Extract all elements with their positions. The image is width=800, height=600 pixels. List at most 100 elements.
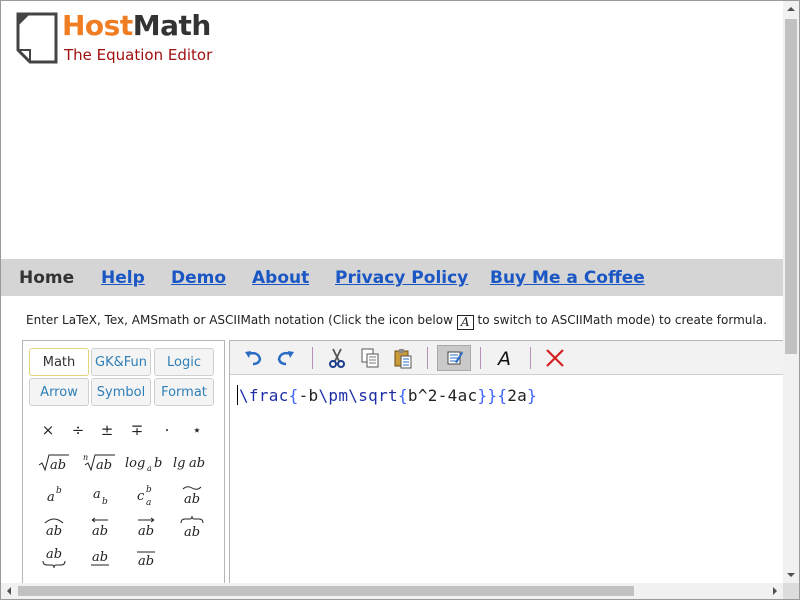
log-base-symbol-icon[interactable]: log a b: [123, 447, 169, 477]
svg-text:a: a: [93, 487, 101, 502]
scroll-right-arrow-icon[interactable]: [772, 587, 778, 595]
code-token: b^2-4ac: [407, 386, 478, 405]
svg-text:n: n: [83, 453, 88, 462]
subscript-symbol-icon[interactable]: ab: [77, 479, 123, 509]
text-cursor: [237, 385, 238, 405]
scrollbar-corner: [783, 583, 799, 599]
nav-home[interactable]: Home: [19, 268, 74, 288]
nth-root-symbol-icon[interactable]: n ab: [77, 447, 123, 477]
brand-title: HostMath: [62, 9, 211, 42]
symbol-panel: Math GK&Fun Logic Arrow Symbol Format × …: [22, 340, 225, 590]
latex-input[interactable]: \frac{-b\pm\sqrt{b^2-4ac}}{2a}: [237, 385, 537, 405]
asciimath-toggle-icon: A: [456, 315, 474, 330]
horizontal-scroll-thumb[interactable]: [18, 586, 634, 596]
editor-toolbar: A: [230, 341, 788, 375]
instructions-before: Enter LaTeX, Tex, AMSmath or ASCIIMath n…: [26, 313, 457, 327]
tab-logic[interactable]: Logic: [154, 348, 214, 376]
instructions-after: to switch to ASCIIMath mode) to create f…: [473, 313, 767, 327]
code-token: \pm: [318, 386, 349, 405]
toolbar-separator: [530, 347, 531, 369]
tab-symbol[interactable]: Symbol: [91, 378, 151, 406]
cut-icon[interactable]: [324, 345, 350, 371]
asciimath-font-icon[interactable]: A: [492, 345, 518, 371]
svg-text:a: a: [146, 498, 151, 508]
main-nav: Home Help Demo About Privacy Policy Buy …: [1, 259, 783, 296]
code-token: }: [477, 386, 488, 405]
svg-text:ab: ab: [189, 456, 205, 471]
svg-text:ab: ab: [138, 524, 154, 539]
redo-icon[interactable]: [273, 345, 299, 371]
code-token: {: [397, 386, 408, 405]
nav-demo[interactable]: Demo: [171, 268, 226, 288]
code-token: \frac: [239, 386, 289, 405]
undo-icon[interactable]: [240, 345, 266, 371]
svg-text:a: a: [47, 490, 55, 505]
tab-gk-fun[interactable]: GK&Fun: [91, 348, 151, 376]
toolbar-separator: [427, 347, 428, 369]
code-token: \sqrt: [348, 386, 398, 405]
lg-symbol-icon[interactable]: lg ab: [169, 447, 215, 477]
clear-icon[interactable]: [542, 345, 568, 371]
svg-text:ab: ab: [138, 554, 154, 569]
svg-text:ab: ab: [50, 458, 66, 473]
svg-text:ab: ab: [92, 524, 108, 539]
widetilde-symbol-icon[interactable]: ab: [169, 479, 215, 509]
scroll-left-arrow-icon[interactable]: [6, 587, 12, 595]
overleftarrow-symbol-icon[interactable]: ab: [77, 511, 123, 541]
nav-privacy-policy[interactable]: Privacy Policy: [335, 268, 468, 288]
svg-text:ab: ab: [96, 458, 112, 473]
svg-text:b: b: [154, 456, 162, 471]
tab-math[interactable]: Math: [29, 348, 89, 376]
code-token: {: [497, 386, 508, 405]
svg-text:b: b: [102, 497, 108, 507]
edit-mode-icon[interactable]: [437, 345, 471, 371]
nav-buy-me-a-coffee[interactable]: Buy Me a Coffee: [490, 268, 645, 288]
svg-text:A: A: [496, 348, 511, 369]
svg-text:ab: ab: [46, 524, 62, 539]
svg-text:lg: lg: [173, 456, 185, 471]
latex-editor: A \frac{-b\pm\sqrt{b^2-4ac}}{2a}: [229, 340, 789, 590]
overbrace-symbol-icon[interactable]: ab: [169, 511, 215, 541]
code-token: -b: [298, 386, 319, 405]
svg-text:b: b: [146, 485, 152, 495]
nav-help[interactable]: Help: [101, 268, 145, 288]
star-symbol-icon[interactable]: ⋆: [174, 415, 220, 445]
toolbar-separator: [312, 347, 313, 369]
svg-text:c: c: [137, 489, 145, 504]
vertical-scrollbar[interactable]: [783, 1, 799, 583]
copy-icon[interactable]: [357, 345, 383, 371]
toolbar-separator: [480, 347, 481, 369]
horizontal-scrollbar[interactable]: [1, 583, 783, 599]
underline-symbol-icon[interactable]: ab: [77, 543, 123, 573]
svg-text:ab: ab: [184, 525, 200, 540]
hostmath-logo-icon: [16, 12, 58, 64]
scroll-up-arrow-icon[interactable]: [787, 6, 795, 12]
overrightarrow-symbol-icon[interactable]: ab: [123, 511, 169, 541]
svg-text:log: log: [125, 456, 145, 471]
tab-format[interactable]: Format: [154, 378, 214, 406]
brand-math: Math: [132, 9, 212, 42]
code-token: {: [288, 386, 299, 405]
sub-superscript-symbol-icon[interactable]: cba: [123, 479, 169, 509]
paste-icon[interactable]: [390, 345, 416, 371]
instructions-text: Enter LaTeX, Tex, AMSmath or ASCIIMath n…: [26, 313, 767, 330]
underbrace-symbol-icon[interactable]: ab: [31, 543, 77, 573]
vertical-scroll-thumb[interactable]: [785, 19, 797, 354]
tab-arrow[interactable]: Arrow: [29, 378, 89, 406]
code-token: }: [487, 386, 498, 405]
brand-host: Host: [62, 9, 133, 42]
scroll-down-arrow-icon[interactable]: [787, 572, 795, 578]
svg-text:a: a: [147, 464, 152, 473]
superscript-symbol-icon[interactable]: ab: [31, 479, 77, 509]
svg-text:b: b: [56, 486, 62, 496]
svg-text:ab: ab: [46, 547, 62, 562]
code-token: }: [527, 386, 538, 405]
overline-symbol-icon[interactable]: ab: [123, 543, 169, 573]
sqrt-symbol-icon[interactable]: ab: [31, 447, 77, 477]
widehat-symbol-icon[interactable]: ab: [31, 511, 77, 541]
nav-about[interactable]: About: [252, 268, 309, 288]
tagline: The Equation Editor: [64, 46, 213, 64]
svg-text:ab: ab: [92, 550, 108, 565]
svg-text:ab: ab: [184, 492, 200, 507]
code-token: 2a: [507, 386, 528, 405]
